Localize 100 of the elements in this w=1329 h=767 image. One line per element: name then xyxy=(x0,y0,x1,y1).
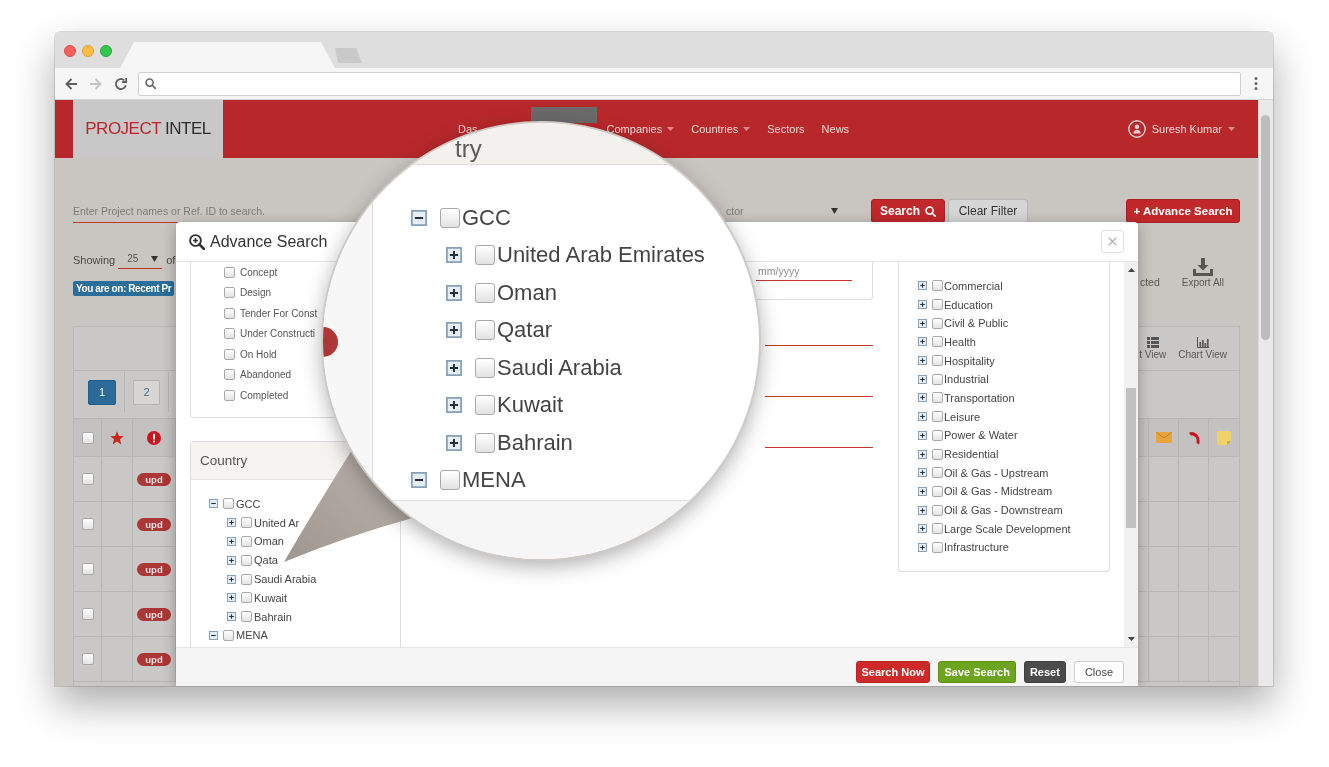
user-icon[interactable] xyxy=(1127,120,1146,138)
arrow-down-icon[interactable] xyxy=(1127,637,1135,641)
arrow-up-icon[interactable] xyxy=(1127,268,1135,272)
reset-button[interactable]: Reset xyxy=(1023,661,1066,683)
checkbox[interactable] xyxy=(224,266,235,278)
chart-view-button[interactable]: Chart View xyxy=(1178,337,1227,360)
checkbox[interactable] xyxy=(932,467,943,479)
date-field[interactable]: mm/yyyy xyxy=(756,262,852,281)
checkbox[interactable] xyxy=(440,470,460,491)
scrollbar-track[interactable] xyxy=(1258,100,1273,686)
page-button[interactable]: 1 xyxy=(88,379,116,405)
clear-filter-button[interactable]: Clear Filter xyxy=(948,199,1028,223)
plus-icon[interactable] xyxy=(227,593,236,603)
checkbox[interactable] xyxy=(932,299,943,311)
plus-icon[interactable] xyxy=(918,318,927,328)
plus-icon[interactable] xyxy=(227,537,236,546)
checkbox[interactable] xyxy=(224,389,235,401)
search-button[interactable]: Search xyxy=(871,199,945,223)
checkbox[interactable] xyxy=(241,536,252,547)
checkbox[interactable] xyxy=(475,245,495,266)
minus-icon[interactable] xyxy=(411,209,427,226)
plus-icon[interactable] xyxy=(918,430,927,440)
checkbox[interactable] xyxy=(224,348,235,360)
close-button[interactable]: Close xyxy=(1073,661,1124,683)
plus-icon[interactable] xyxy=(446,247,462,264)
plus-icon[interactable] xyxy=(918,393,927,403)
plus-icon[interactable] xyxy=(446,434,462,451)
checkbox[interactable] xyxy=(241,573,252,585)
checkbox[interactable] xyxy=(932,448,943,460)
plus-icon[interactable] xyxy=(918,356,927,366)
minus-icon[interactable] xyxy=(209,630,218,640)
checkbox[interactable] xyxy=(932,504,943,516)
advance-search-button[interactable]: + Advance Search xyxy=(1126,199,1240,223)
checkbox[interactable] xyxy=(81,608,94,620)
address-bar[interactable] xyxy=(138,71,1241,96)
plus-icon[interactable] xyxy=(918,449,927,459)
page-button[interactable]: 2 xyxy=(133,379,160,405)
checkbox[interactable] xyxy=(223,629,234,641)
checkbox[interactable] xyxy=(932,411,943,423)
plus-icon[interactable] xyxy=(446,359,462,376)
plus-icon[interactable] xyxy=(918,300,927,310)
checkbox[interactable] xyxy=(241,517,252,529)
zoom-dot-icon[interactable] xyxy=(100,45,112,57)
checkbox[interactable] xyxy=(241,592,252,604)
checkbox[interactable] xyxy=(223,498,234,510)
plus-icon[interactable] xyxy=(918,281,927,291)
checkbox[interactable] xyxy=(81,563,94,575)
scrollbar-thumb[interactable] xyxy=(1126,388,1136,528)
nav-link[interactable]: Companies xyxy=(606,123,675,135)
close-button[interactable] xyxy=(1101,230,1124,253)
checkbox[interactable] xyxy=(81,653,94,665)
list-view-button[interactable]: t View xyxy=(1139,337,1167,360)
minus-icon[interactable] xyxy=(411,472,427,489)
checkbox[interactable] xyxy=(475,395,495,416)
checkbox[interactable] xyxy=(932,336,943,348)
checkbox[interactable] xyxy=(241,611,252,623)
checkbox[interactable] xyxy=(932,355,943,367)
plus-icon[interactable] xyxy=(918,468,927,478)
checkbox[interactable] xyxy=(932,280,943,292)
plus-icon[interactable] xyxy=(918,412,927,422)
checkbox[interactable] xyxy=(932,523,943,535)
download-button[interactable]: Export All xyxy=(1181,258,1224,288)
reload-icon[interactable] xyxy=(114,76,128,91)
minimize-dot-icon[interactable] xyxy=(82,45,94,57)
checkbox[interactable] xyxy=(932,373,943,385)
checkbox[interactable] xyxy=(932,429,943,441)
minus-icon[interactable] xyxy=(209,499,218,509)
nav-link[interactable] xyxy=(530,107,597,123)
close-dot-icon[interactable] xyxy=(64,45,76,57)
submit-button[interactable]: Search Now xyxy=(855,661,931,683)
checkbox[interactable] xyxy=(932,541,943,553)
checkbox[interactable] xyxy=(475,282,495,303)
plus-icon[interactable] xyxy=(227,612,236,622)
save-button[interactable]: Save Search xyxy=(938,661,1016,683)
nav-link[interactable]: Countries xyxy=(691,123,751,135)
plus-icon[interactable] xyxy=(446,397,462,414)
plus-icon[interactable] xyxy=(227,518,236,528)
plus-icon[interactable] xyxy=(918,486,927,496)
back-arrow-icon[interactable] xyxy=(64,76,78,91)
plus-icon[interactable] xyxy=(227,574,236,584)
plus-icon[interactable] xyxy=(918,374,927,384)
checkbox[interactable] xyxy=(440,207,460,228)
checkbox[interactable] xyxy=(224,287,235,299)
toolbar-action[interactable]: cted xyxy=(1139,277,1160,288)
checkbox[interactable] xyxy=(475,320,495,341)
plus-icon[interactable] xyxy=(918,542,927,552)
nav-link[interactable]: News xyxy=(821,123,850,135)
checkbox[interactable] xyxy=(224,369,235,381)
nav-link[interactable]: Sectors xyxy=(767,123,805,135)
user-name[interactable]: Suresh Kumar xyxy=(1151,123,1222,135)
checkbox[interactable] xyxy=(932,392,943,404)
menu-icon[interactable] xyxy=(1254,77,1258,90)
checkbox[interactable] xyxy=(81,431,94,444)
checkbox[interactable] xyxy=(475,432,495,453)
page-size-select[interactable]: 25 xyxy=(118,251,163,269)
scrollbar-track[interactable] xyxy=(1124,262,1138,647)
checkbox[interactable] xyxy=(932,317,943,329)
plus-icon[interactable] xyxy=(918,337,927,347)
checkbox[interactable] xyxy=(241,554,252,566)
checkbox[interactable] xyxy=(224,328,235,340)
